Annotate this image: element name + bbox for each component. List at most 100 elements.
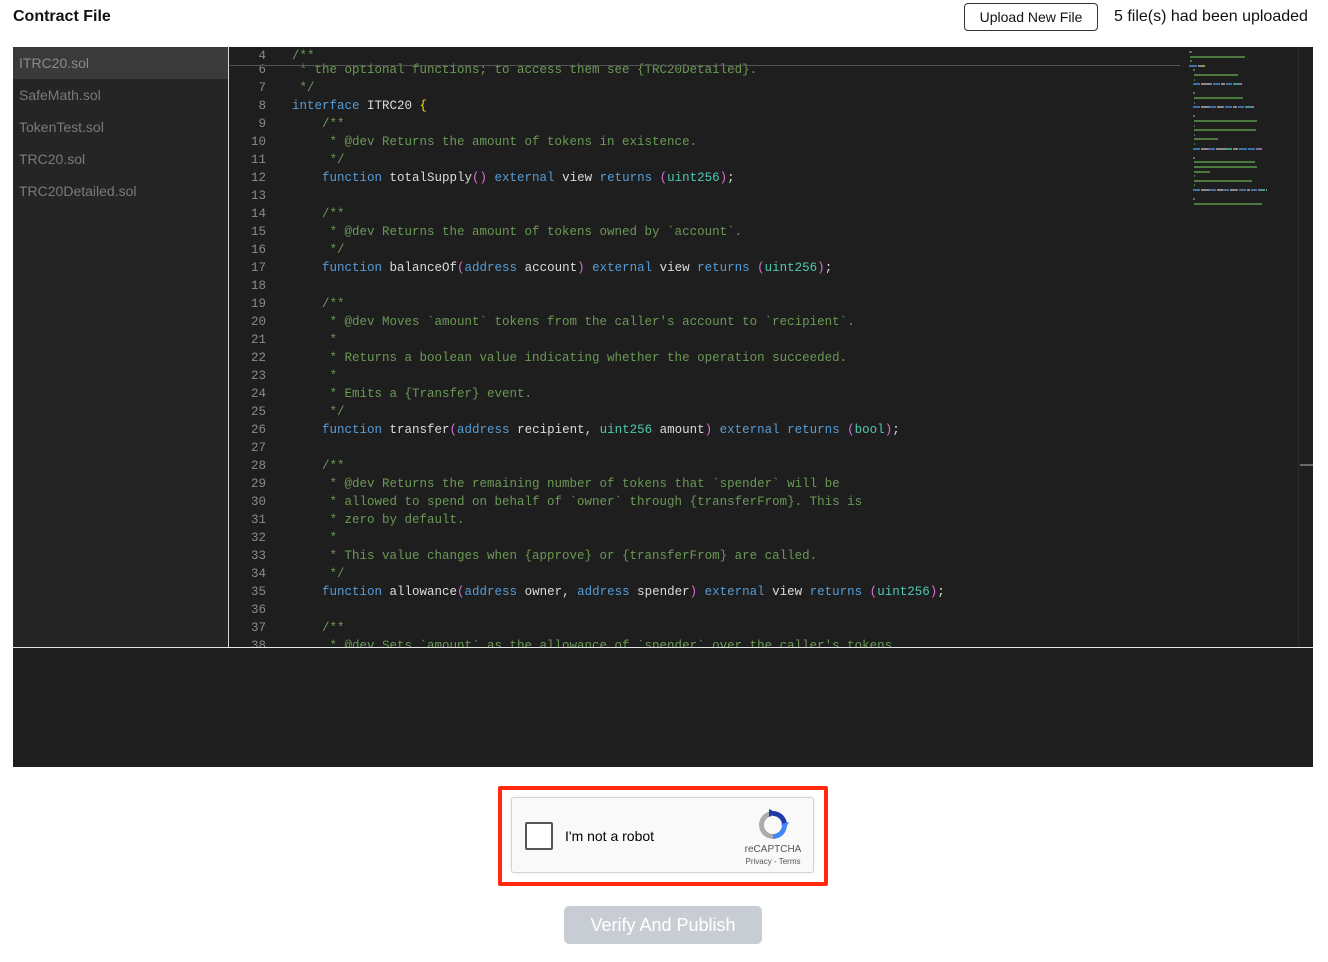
line-number: 10 bbox=[250, 135, 266, 149]
minimap-line bbox=[1192, 147, 1200, 150]
recaptcha-logo-icon bbox=[759, 809, 789, 839]
file-item[interactable]: ITRC20.sol bbox=[13, 47, 228, 79]
code-token: function bbox=[292, 585, 383, 599]
line-number: 37 bbox=[250, 621, 266, 635]
code-token: * zero by default. bbox=[292, 513, 465, 527]
scrollbar-thumb[interactable] bbox=[1300, 464, 1313, 466]
minimap-line bbox=[1193, 120, 1257, 122]
code-token: external bbox=[584, 261, 653, 275]
line-content: function balanceOf(address account) exte… bbox=[292, 259, 832, 277]
file-item[interactable]: TokenTest.sol bbox=[13, 111, 228, 143]
header: Contract File Upload New File 5 file(s) … bbox=[13, 0, 1315, 34]
code-token: ) bbox=[704, 423, 713, 437]
verify-and-publish-button[interactable]: Verify And Publish bbox=[564, 906, 762, 944]
code-token: ) bbox=[817, 261, 825, 275]
upload-status-text: 5 file(s) had been uploaded bbox=[1114, 8, 1308, 25]
minimap-line bbox=[1193, 129, 1256, 132]
line-content: function allowance(address owner, addres… bbox=[292, 583, 945, 601]
minimap-line bbox=[1193, 133, 1195, 136]
recaptcha-brand: reCAPTCHA bbox=[744, 844, 802, 855]
minimap-line bbox=[1193, 101, 1196, 104]
line-number: 28 bbox=[250, 459, 266, 473]
line-number: 29 bbox=[250, 477, 266, 491]
minimap-line bbox=[1189, 55, 1245, 58]
minimap-line bbox=[1221, 83, 1225, 86]
code-token: ) bbox=[689, 585, 698, 599]
minimap-line bbox=[1216, 147, 1226, 150]
minimap-line bbox=[1189, 64, 1198, 67]
code-token: totalSupply bbox=[382, 171, 473, 185]
line-content: /** bbox=[292, 457, 345, 475]
minimap[interactable] bbox=[1183, 47, 1298, 217]
minimap-line bbox=[1193, 166, 1258, 168]
code-token: ; bbox=[727, 171, 735, 185]
line-number: 20 bbox=[250, 315, 266, 329]
code-token: uint256 bbox=[877, 585, 930, 599]
minimap-line bbox=[1204, 64, 1206, 67]
code-token: returns bbox=[689, 261, 750, 275]
minimap-line bbox=[1210, 83, 1213, 86]
minimap-line bbox=[1192, 83, 1200, 86]
minimap-line bbox=[1193, 74, 1238, 76]
code-token: * bbox=[292, 333, 338, 347]
scrollbar-track[interactable] bbox=[1298, 47, 1299, 647]
code-token: * @dev Sets `amount` as the allowance of… bbox=[292, 639, 900, 647]
code-token: function bbox=[292, 171, 383, 185]
minimap-line bbox=[1233, 106, 1237, 109]
code-editor[interactable]: 4/** 6 * the optional functions; to acces… bbox=[230, 47, 1313, 647]
line-content: function transfer(address recipient, uin… bbox=[292, 421, 900, 439]
code-token: */ bbox=[292, 81, 315, 95]
file-item[interactable]: SafeMath.sol bbox=[13, 79, 228, 111]
line-number: 35 bbox=[250, 585, 266, 599]
minimap-line bbox=[1251, 189, 1258, 191]
minimap-line bbox=[1200, 147, 1208, 150]
recaptcha-privacy-terms-links[interactable]: Privacy - Terms bbox=[740, 857, 806, 866]
line-content: * the optional functions; to access them… bbox=[292, 61, 758, 79]
upload-new-file-button[interactable]: Upload New File bbox=[964, 3, 1098, 31]
output-panel bbox=[13, 648, 1313, 767]
line-content: * @dev Sets `amount` as the allowance of… bbox=[292, 637, 900, 647]
recaptcha-widget: I'm not a robot reCAPTCHA Privacy - Term… bbox=[511, 797, 814, 873]
code-token: * allowed to spend on behalf of `owner` … bbox=[292, 495, 863, 509]
code-token: */ bbox=[292, 243, 345, 257]
code-token: * @dev Returns the amount of tokens owne… bbox=[292, 225, 743, 239]
line-number: 12 bbox=[250, 171, 266, 185]
minimap-line bbox=[1223, 189, 1230, 191]
code-token: /** bbox=[292, 117, 345, 131]
line-number: 25 bbox=[250, 405, 266, 419]
line-number: 27 bbox=[250, 441, 266, 455]
minimap-line bbox=[1193, 138, 1218, 141]
line-content: * allowed to spend on behalf of `owner` … bbox=[292, 493, 863, 511]
minimap-line bbox=[1192, 106, 1200, 109]
line-content: /** bbox=[292, 295, 345, 313]
code-token: account bbox=[517, 261, 578, 275]
minimap-line bbox=[1246, 189, 1251, 191]
code-token: balanceOf bbox=[382, 261, 458, 275]
minimap-line bbox=[1193, 175, 1195, 178]
line-content: * zero by default. bbox=[292, 511, 465, 529]
minimap-line bbox=[1213, 83, 1221, 86]
minimap-line bbox=[1189, 60, 1192, 63]
line-content: * bbox=[292, 529, 338, 547]
minimap-line bbox=[1193, 161, 1255, 164]
code-token: ( bbox=[457, 261, 465, 275]
minimap-line bbox=[1193, 179, 1252, 182]
line-content: */ bbox=[292, 79, 315, 97]
code-token: returns bbox=[802, 585, 863, 599]
code-token: /** bbox=[292, 621, 345, 635]
code-token: returns bbox=[779, 423, 840, 437]
code-token: uint256 bbox=[599, 423, 653, 437]
line-content: * Returns a boolean value indicating whe… bbox=[292, 349, 848, 367]
file-item[interactable]: TRC20.sol bbox=[13, 143, 228, 175]
code-token: ) bbox=[719, 171, 728, 185]
recaptcha-checkbox[interactable] bbox=[525, 822, 553, 850]
line-number: 30 bbox=[250, 495, 266, 509]
line-content: /** bbox=[292, 115, 345, 133]
line-number: 15 bbox=[250, 225, 266, 239]
code-token: allowance bbox=[382, 585, 458, 599]
code-token: ; bbox=[824, 261, 833, 275]
file-item[interactable]: TRC20Detailed.sol bbox=[13, 175, 228, 207]
minimap-line bbox=[1193, 170, 1210, 173]
line-content: * This value changes when {approve} or {… bbox=[292, 547, 818, 565]
code-token: () bbox=[472, 171, 488, 185]
